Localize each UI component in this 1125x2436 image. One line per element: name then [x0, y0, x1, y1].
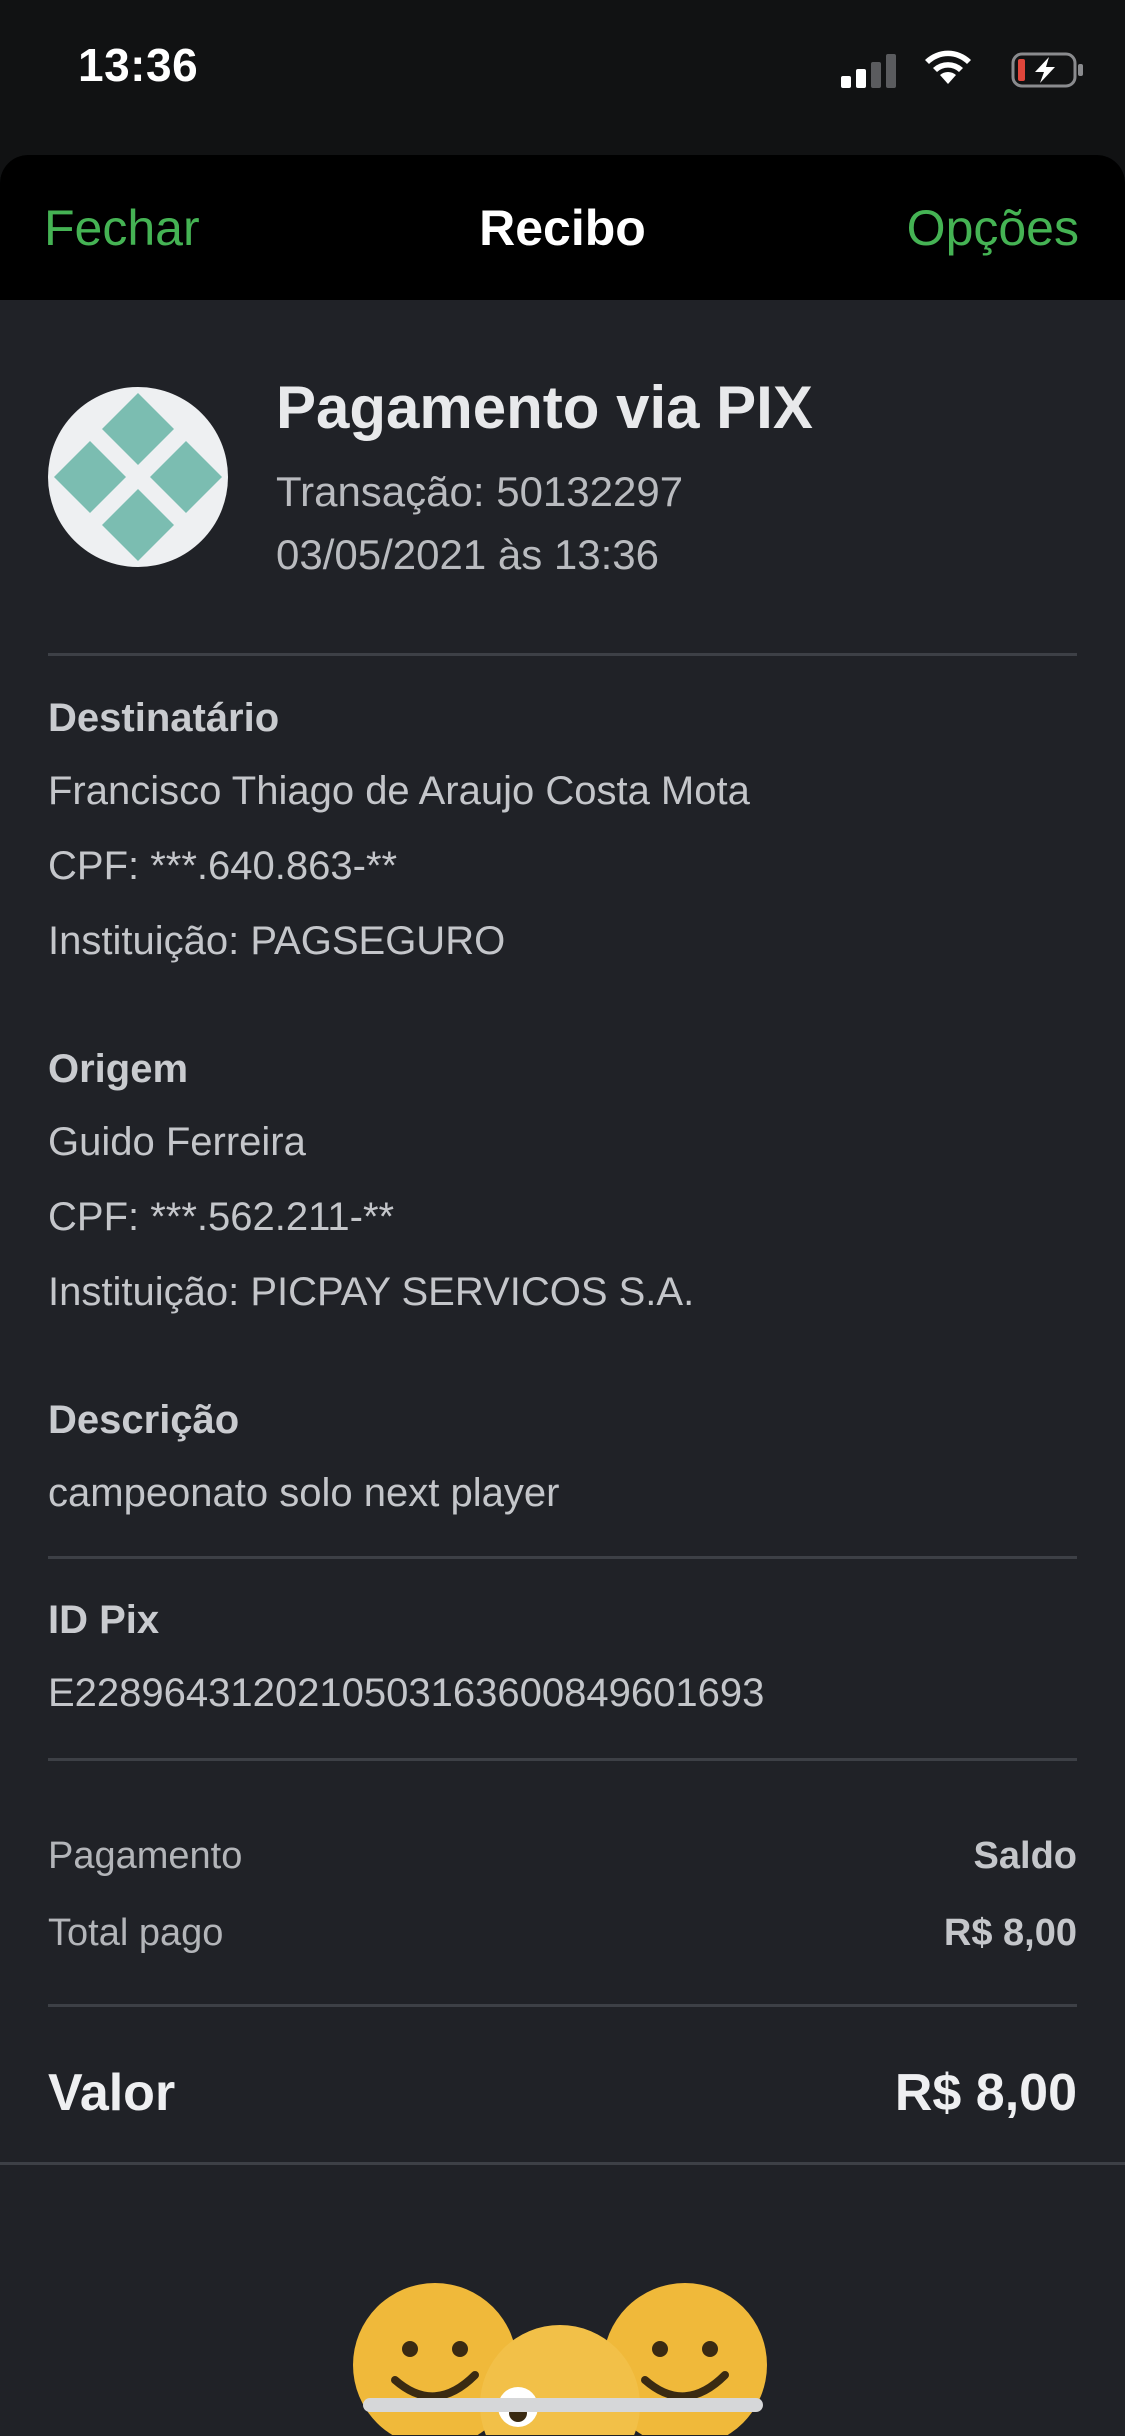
battery-charging-icon — [1011, 52, 1083, 88]
payment-method-value: Saldo — [973, 1835, 1077, 1877]
recipient-label: Destinatário — [48, 696, 280, 740]
divider — [48, 2004, 1077, 2007]
pix-id-label: ID Pix — [48, 1598, 160, 1642]
divider — [48, 1556, 1077, 1559]
signal-icon — [841, 54, 896, 88]
transaction-id: Transação: 50132297 — [276, 468, 684, 515]
origin-name: Guido Ferreira — [48, 1120, 306, 1164]
description-label: Descrição — [48, 1398, 240, 1442]
total-paid-label: Total pago — [48, 1912, 224, 1954]
transaction-datetime: 03/05/2021 às 13:36 — [276, 531, 660, 578]
origin-cpf: CPF: ***.562.211-** — [48, 1195, 395, 1239]
divider — [48, 1758, 1077, 1761]
pix-id-value: E22896431202105031636008496016​93 — [48, 1671, 765, 1715]
recipient-cpf: CPF: ***.640.863-** — [48, 844, 398, 888]
receipt-sheet: Fechar Recibo Opções Pagamento via PIX T… — [0, 155, 1125, 2436]
options-button[interactable]: Opções — [907, 199, 1079, 257]
divider — [48, 653, 1077, 656]
nav-bar: Fechar Recibo Opções — [0, 155, 1125, 300]
home-indicator[interactable] — [363, 2398, 763, 2412]
payment-method-label: Pagamento — [48, 1835, 243, 1877]
amount-label: Valor — [48, 2064, 176, 2122]
amount-value: R$ 8,00 — [894, 2064, 1077, 2122]
wifi-icon — [925, 50, 971, 84]
recipient-name: Francisco Thiago de Araujo Costa Mota — [48, 769, 750, 813]
description-text: campeonato solo next player — [48, 1471, 560, 1515]
total-paid-value: R$ 8,00 — [943, 1912, 1077, 1954]
status-icons — [825, 48, 1085, 88]
status-time: 13:36 — [78, 39, 199, 91]
pix-logo-icon — [48, 387, 228, 567]
payment-title: Pagamento via PIX — [276, 374, 813, 441]
origin-institution: Instituição: PICPAY SERVICOS S.A. — [48, 1270, 695, 1314]
status-bar: 13:36 — [0, 0, 1125, 150]
recipient-institution: Instituição: PAGSEGURO — [48, 919, 506, 963]
divider — [0, 2162, 1125, 2165]
origin-label: Origem — [48, 1047, 189, 1091]
